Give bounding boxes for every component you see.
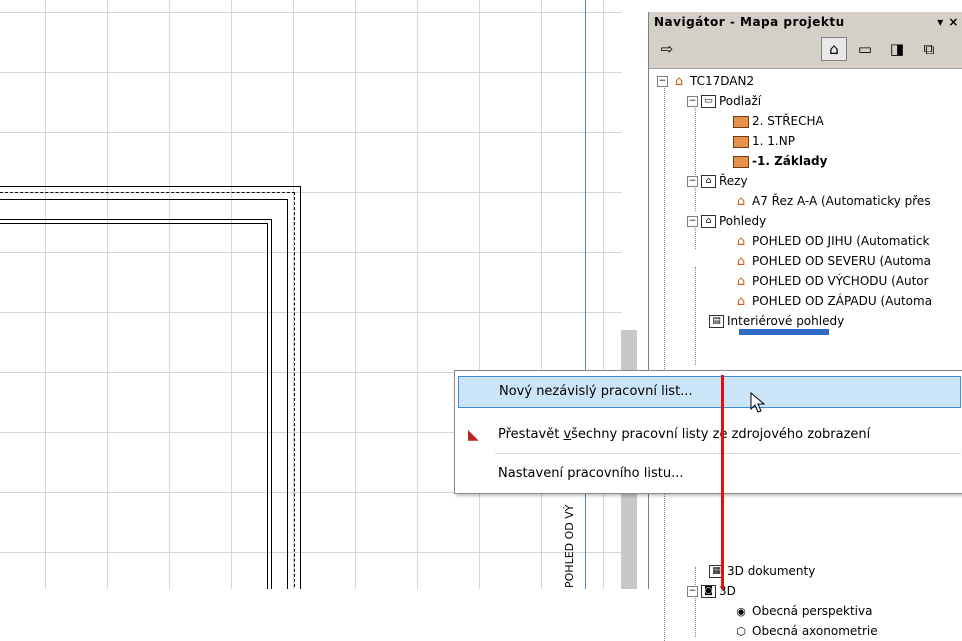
view-map-icon[interactable]: ▭ bbox=[853, 38, 877, 60]
plan-canvas[interactable]: POHLED OD VÝ bbox=[0, 0, 622, 589]
tree-item[interactable]: ⌂ POHLED OD VÝCHODU (Autor bbox=[733, 271, 929, 291]
menu-item-new-worksheet[interactable]: Nový nezávislý pracovní list... bbox=[458, 376, 961, 408]
tree-item[interactable]: ◉ Obecná perspektiva bbox=[733, 601, 872, 621]
tree-item[interactable]: ▦ 3D dokumenty bbox=[709, 561, 815, 581]
tree-item[interactable]: − ⌂ Pohledy bbox=[687, 211, 766, 231]
story-icon bbox=[733, 115, 749, 128]
navigator-panel: Navigátor - Mapa projektu ▾ × ⇨ ⌂ ▭ ◨ ⧉ … bbox=[648, 12, 962, 641]
navigator-toolbar: ⇨ ⌂ ▭ ◨ ⧉ bbox=[649, 32, 962, 69]
elevation-view-icon: ⌂ bbox=[736, 293, 746, 309]
tree-item[interactable]: − ◙ 3D bbox=[687, 581, 736, 601]
navigator-title-text: Navigátor - Mapa projektu bbox=[654, 15, 845, 29]
tree-item[interactable]: ⌂ POHLED OD JIHU (Automatick bbox=[733, 231, 930, 251]
section-line bbox=[585, 0, 586, 589]
project-map-icon[interactable]: ⌂ bbox=[821, 37, 847, 61]
publisher-sets-icon[interactable]: ⧉ bbox=[917, 38, 941, 60]
menu-item-worksheet-settings[interactable]: Nastavení pracovního listu... bbox=[458, 459, 961, 489]
context-menu: Nový nezávislý pracovní list... ◣ Přestav… bbox=[454, 370, 962, 494]
menu-item-rebuild-worksheets[interactable]: ◣Přestavět všechny pracovní listy ze zdr… bbox=[458, 420, 961, 450]
house-icon: ⌂ bbox=[674, 73, 684, 89]
tree-item[interactable]: 2. STŘECHA bbox=[733, 111, 824, 131]
publish-icon[interactable]: ⇨ bbox=[655, 38, 679, 60]
tree-item[interactable]: -1. Základy bbox=[733, 151, 827, 171]
project-tree: − ⌂ TC17DAN2 − ▭ Podlaží 2. STŘECHA 1. 1.NP … bbox=[649, 69, 962, 641]
mouse-cursor-icon bbox=[750, 392, 766, 413]
story-icon bbox=[733, 155, 749, 168]
tree-item[interactable]: ⌂ POHLED OD ZÁPADU (Automa bbox=[733, 291, 932, 311]
layout-book-icon[interactable]: ◨ bbox=[885, 38, 909, 60]
3d-icon: ◙ bbox=[701, 585, 716, 598]
sections-icon: ⌂ bbox=[701, 175, 716, 188]
tree-item[interactable]: − ▭ Podlaží bbox=[687, 91, 761, 111]
elevation-view-icon: ⌂ bbox=[736, 233, 746, 249]
elevation-view-icon: ⌂ bbox=[736, 253, 746, 269]
annotation-line bbox=[721, 375, 724, 589]
story-icon bbox=[733, 135, 749, 148]
elevation-view-icon: ⌂ bbox=[736, 273, 746, 289]
tree-item[interactable]: ⌂ A7 Řez A-A (Automaticky přes bbox=[733, 191, 931, 211]
menu-separator bbox=[495, 453, 961, 454]
interior-elevations-icon: ▤ bbox=[709, 315, 724, 328]
tree-item[interactable]: ⬡ Obecná axonometrie bbox=[733, 621, 877, 641]
rebuild-icon: ◣ bbox=[468, 427, 479, 443]
tree-item[interactable]: − ⌂ TC17DAN2 bbox=[657, 71, 754, 91]
axonometry-icon: ⬡ bbox=[736, 624, 746, 638]
tree-item[interactable]: ▤ Interiérové pohledy bbox=[709, 311, 844, 331]
tree-item[interactable]: 1. 1.NP bbox=[733, 131, 795, 151]
tree-item[interactable]: ⌂ POHLED OD SEVERU (Automa bbox=[733, 251, 931, 271]
tree-item[interactable]: − ⌂ Řezy bbox=[687, 171, 748, 191]
tree-item-selected[interactable] bbox=[739, 329, 829, 335]
elevations-icon: ⌂ bbox=[701, 215, 716, 228]
navigator-title: Navigátor - Mapa projektu ▾ × bbox=[649, 12, 962, 32]
section-view-icon: ⌂ bbox=[736, 193, 746, 209]
panel-controls[interactable]: ▾ × bbox=[937, 12, 959, 32]
stories-icon: ▭ bbox=[701, 95, 716, 108]
wall-outline bbox=[0, 186, 301, 589]
camera-icon: ◉ bbox=[736, 604, 746, 618]
